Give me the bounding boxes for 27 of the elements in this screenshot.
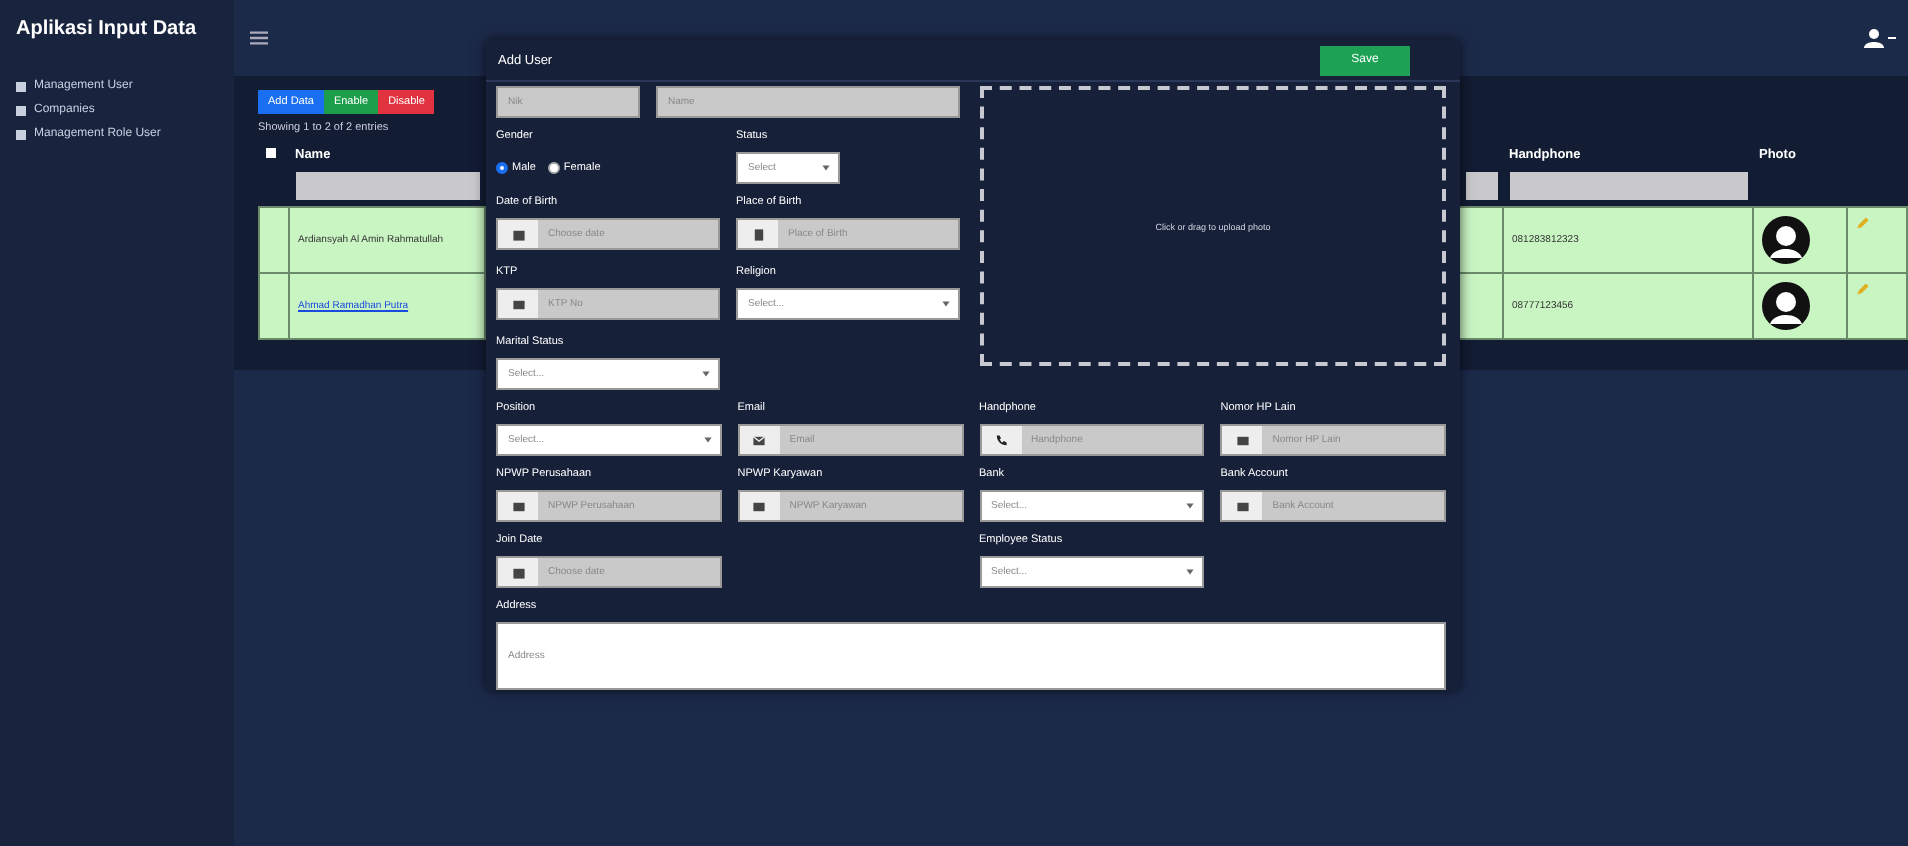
calendar-icon	[511, 227, 525, 241]
calendar-icon	[511, 565, 525, 579]
filter-field[interactable]	[295, 172, 479, 201]
checkbox[interactable]	[265, 148, 275, 158]
card-icon	[511, 297, 525, 311]
envelope-icon	[752, 433, 767, 447]
app-title: Aplikasi Input Data	[16, 16, 197, 44]
card-icon	[752, 499, 767, 513]
filter-field[interactable]	[1509, 172, 1747, 201]
card-icon	[1235, 499, 1250, 513]
grid-icon	[16, 105, 26, 115]
phone-icon	[994, 433, 1008, 447]
caret-icon	[940, 298, 952, 310]
caret-icon	[701, 434, 714, 446]
card-icon	[1235, 433, 1250, 447]
menu-icon[interactable]	[250, 30, 268, 46]
grid-icon	[16, 129, 26, 139]
caret-icon	[1184, 566, 1197, 578]
building-icon	[751, 227, 765, 241]
caret-icon	[820, 162, 832, 174]
filter-field[interactable]	[1465, 172, 1497, 201]
user-icon[interactable]	[1864, 28, 1896, 48]
avatar-icon	[1762, 281, 1810, 329]
grid-icon	[16, 81, 26, 91]
card-icon	[511, 499, 525, 513]
caret-icon	[1184, 500, 1197, 512]
avatar-icon	[1762, 215, 1810, 263]
